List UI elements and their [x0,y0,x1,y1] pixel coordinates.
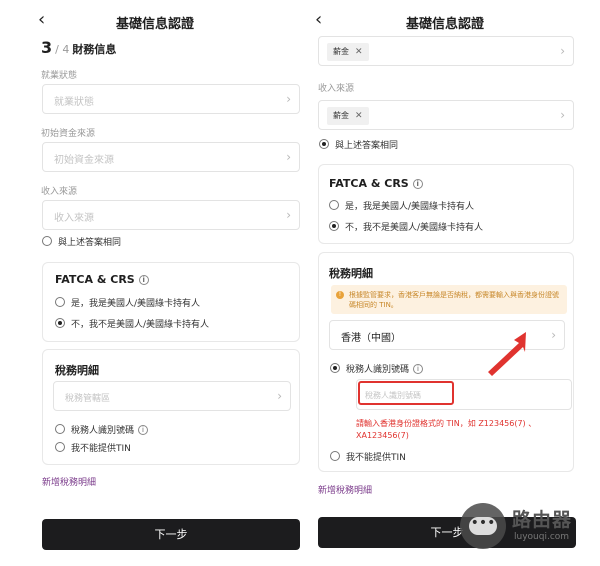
step-label: 財務信息 [72,43,117,56]
fatca-card: FATCA & CRS i 是，我是美國人/美國綠卡持有人 不，我不是美國人/美國… [318,164,574,244]
income-select[interactable]: 收入來源 › [42,200,300,230]
close-icon[interactable]: ✕ [355,47,363,57]
info-icon[interactable]: i [412,179,423,189]
jurisdiction-select[interactable]: 稅務管轄區 › [53,381,291,411]
fatca-yes-radio[interactable]: 是，我是美國人/美國綠卡持有人 [329,200,474,213]
step-current: 3 [41,38,53,57]
income-chip[interactable]: 薪金 ✕ [327,107,369,125]
tax-title: 稅務明細 [55,364,99,377]
step-indicator: 3/ 4 財務信息 [41,38,116,57]
radio-on-icon [55,318,65,328]
radio-off-icon [329,200,339,210]
chip-text: 薪金 [333,47,349,56]
radio-off-icon [42,236,52,246]
tax-title: 稅務明細 [329,267,373,280]
add-tax-link[interactable]: 新增稅務明細 [42,475,96,488]
radio-off-icon [55,297,65,307]
initial-funds-select[interactable]: 初始資金來源 › [42,142,300,172]
same-answer-label: 與上述答案相同 [335,141,399,151]
radio-off-icon [55,424,65,434]
radio-on-icon [330,363,340,373]
initial-funds-chip[interactable]: 薪金 ✕ [327,43,369,61]
watermark-name: 路由器 [512,509,573,531]
page-title: 基礎信息認證 [115,17,194,32]
radio-on-icon [319,139,329,149]
add-tax-link[interactable]: 新增稅務明細 [318,483,372,496]
next-button[interactable]: 下一步 [42,519,300,550]
no-tin-label: 我不能提供TIN [346,453,406,463]
radio-on-icon [329,221,339,231]
fatca-yes-radio[interactable]: 是，我是美國人/美國綠卡持有人 [55,297,200,310]
tin-radio[interactable]: 稅務人識別號碼 i [55,424,149,437]
tin-label: 稅務人識別號碼 [346,365,410,375]
fatca-no-label: 不，我不是美國人/美國綠卡持有人 [345,223,484,233]
income-label: 收入來源 [41,187,78,197]
page-title: 基礎信息認證 [405,17,484,32]
income-select[interactable]: 薪金 ✕ › [318,100,574,130]
router-logo-icon: ••• [460,503,506,549]
same-answer-label: 與上述答案相同 [58,238,122,248]
tax-card: 稅務明細 ! 根據監管要求，香港客戶無論是否納稅，都需要輸入與香港身份證號碼相同的… [318,252,574,472]
warning-icon: ! [336,291,344,299]
no-tin-label: 我不能提供TIN [71,444,131,454]
fatca-no-radio[interactable]: 不，我不是美國人/美國綠卡持有人 [55,318,209,331]
same-answer-radio[interactable]: 與上述答案相同 [319,139,398,152]
tin-radio[interactable]: 稅務人識別號碼 i [330,363,424,376]
fatca-yes-label: 是，我是美國人/美國綠卡持有人 [71,299,201,309]
fatca-yes-label: 是，我是美國人/美國綠卡持有人 [345,202,475,212]
chevron-right-icon: › [560,44,565,58]
chevron-right-icon: › [286,150,291,164]
jurisdiction-value: 香港（中國） [341,333,401,344]
chevron-right-icon: › [286,92,291,106]
employment-placeholder: 就業狀態 [54,97,94,108]
tax-notice: ! 根據監管要求，香港客戶無論是否納稅，都需要輸入與香港身份證號碼相同的 TIN。 [331,285,567,314]
tax-notice-text: 根據監管要求，香港客戶無論是否納稅，都需要輸入與香港身份證號碼相同的 TIN。 [349,291,559,309]
chevron-right-icon: › [286,208,291,222]
fatca-title: FATCA & CRS i [55,273,149,286]
chevron-right-icon: › [560,108,565,122]
arrow-annotation-icon [488,332,526,376]
employment-label: 就業狀態 [41,71,78,81]
info-icon[interactable]: i [413,364,424,374]
fatca-title-text: FATCA & CRS [329,177,409,190]
employment-select[interactable]: 就業狀態 › [42,84,300,114]
left-screen: ‹ 基礎信息認證 3/ 4 財務信息 就業狀態 就業狀態 › 初始資金來源 初始資… [10,0,300,566]
right-screen: ‹ 基礎信息認證 薪金 ✕ › 收入來源 薪金 ✕ › 與上述答案相同 FATCA … [300,0,590,566]
highlight-box [358,381,454,405]
fatca-no-radio[interactable]: 不，我不是美國人/美國綠卡持有人 [329,221,483,234]
same-answer-radio[interactable]: 與上述答案相同 [42,236,121,249]
fatca-title: FATCA & CRS i [329,177,423,190]
income-placeholder: 收入來源 [54,213,94,224]
tax-card: 稅務明細 稅務管轄區 › 稅務人識別號碼 i 我不能提供TIN [42,349,300,465]
no-tin-radio[interactable]: 我不能提供TIN [55,442,131,455]
jurisdiction-placeholder: 稅務管轄區 [65,394,111,404]
radio-off-icon [330,451,340,461]
income-label: 收入來源 [318,84,355,94]
fatca-no-label: 不，我不是美國人/美國綠卡持有人 [71,320,210,330]
chip-text: 薪金 [333,111,349,120]
initial-funds-select[interactable]: 薪金 ✕ › [318,36,574,66]
no-tin-radio[interactable]: 我不能提供TIN [330,451,406,464]
close-icon[interactable]: ✕ [355,111,363,121]
info-icon[interactable]: i [138,275,149,285]
step-total: / 4 [55,43,70,56]
fatca-card: FATCA & CRS i 是，我是美國人/美國綠卡持有人 不，我不是美國人/美國… [42,262,300,342]
watermark-url: luyouqi.com [514,532,570,542]
chevron-right-icon: › [551,328,556,342]
info-icon[interactable]: i [138,425,149,435]
watermark-logo: ••• 路由器 luyouqi.com [460,503,600,559]
initial-funds-placeholder: 初始資金來源 [54,155,114,166]
radio-off-icon [55,442,65,452]
tin-label: 稅務人識別號碼 [71,426,135,436]
tin-error-message: 請輸入香港身份證格式的 TIN，如 Z123456(7) 、XA123456(7… [356,419,537,440]
fatca-title-text: FATCA & CRS [55,273,135,286]
initial-funds-label: 初始資金來源 [41,129,96,139]
chevron-right-icon: › [277,389,282,403]
